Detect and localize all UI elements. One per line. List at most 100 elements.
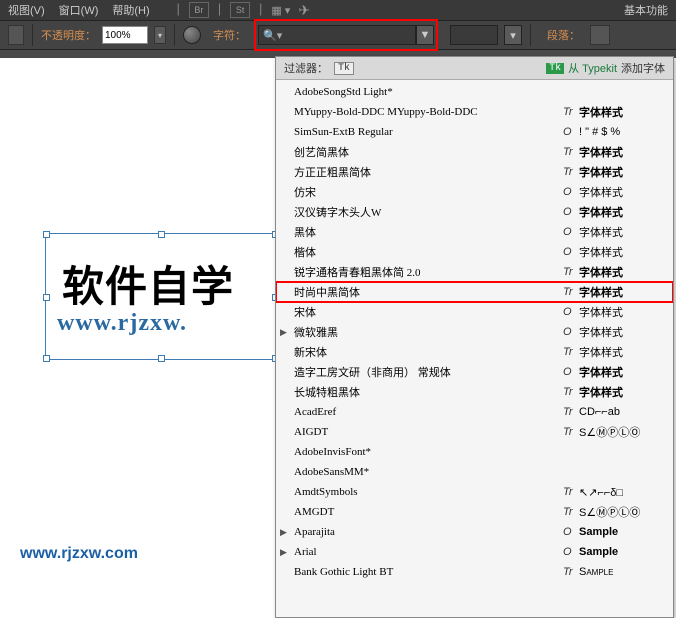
font-type-icon: Tr xyxy=(563,566,579,578)
font-sample: 字体样式 xyxy=(579,304,667,320)
font-name: 黑体 xyxy=(294,224,563,240)
font-list-item[interactable]: 创艺简黑体Tr字体样式 xyxy=(276,142,673,162)
font-list-item[interactable]: Bank Gothic Light BTTrSample xyxy=(276,562,673,582)
font-list-item[interactable]: AmdtSymbolsTr↖↗⌐⌐δ□ xyxy=(276,482,673,502)
font-type-icon: Tr xyxy=(563,346,579,358)
font-list-item[interactable]: MYuppy-Bold-DDC MYuppy-Bold-DDCTr字体样式 xyxy=(276,102,673,122)
canvas-text-url[interactable]: www.rjzxw. xyxy=(57,310,187,337)
font-filter-row: 过滤器： Tk Tk 从 Typekit 添加字体 xyxy=(276,57,673,80)
divider-icon: ⎮ xyxy=(176,5,181,16)
gpu-icon[interactable]: ✈ xyxy=(298,2,310,19)
font-list-item[interactable]: AcadErefTrCD⌐⌐ab xyxy=(276,402,673,422)
font-list-item[interactable]: 长城特粗黑体Tr字体样式 xyxy=(276,382,673,402)
font-list-item[interactable]: AdobeSansMM* xyxy=(276,462,673,482)
font-style-dropdown-icon[interactable]: ▾ xyxy=(504,25,522,45)
font-type-icon: O xyxy=(563,526,579,538)
canvas-text-headline[interactable]: 软件自学 xyxy=(62,253,234,314)
font-sample: 字体样式 xyxy=(579,284,667,300)
font-sample: ↖↗⌐⌐δ□ xyxy=(579,486,667,499)
font-name: AMGDT xyxy=(294,506,563,518)
font-sample: S∠ⓂⓅⓁⓄ xyxy=(579,424,667,440)
font-list-item[interactable]: ▶ArialOSample xyxy=(276,542,673,562)
font-name: 创艺简黑体 xyxy=(294,144,563,160)
font-sample: CD⌐⌐ab xyxy=(579,406,667,418)
font-name: Aparajita xyxy=(294,526,563,538)
typekit-from-label: 从 Typekit xyxy=(568,60,617,76)
font-type-icon: O xyxy=(563,186,579,198)
options-bar: 不透明度： 100% ▾ 字符： 🔍▾ ▼ ▾ 段落： xyxy=(0,20,676,49)
font-name: 楷体 xyxy=(294,244,563,260)
font-name: AdobeSongStd Light* xyxy=(294,86,563,98)
font-type-icon: O xyxy=(563,306,579,318)
tool-preset-dropdown[interactable] xyxy=(8,25,24,45)
font-list-item[interactable]: 楷体O字体样式 xyxy=(276,242,673,262)
font-list-item[interactable]: AIGDTTrS∠ⓂⓅⓁⓄ xyxy=(276,422,673,442)
font-name: MYuppy-Bold-DDC MYuppy-Bold-DDC xyxy=(294,106,563,118)
paragraph-panel-button[interactable] xyxy=(590,25,610,45)
font-list-item[interactable]: 方正正粗黑简体Tr字体样式 xyxy=(276,162,673,182)
font-sample: Sample xyxy=(579,526,667,538)
font-sample: Sample xyxy=(579,566,667,578)
typekit-add-link[interactable]: Tk 从 Typekit 添加字体 xyxy=(546,60,665,76)
font-list-item[interactable]: 黑体O字体样式 xyxy=(276,222,673,242)
watermark-text: www.rjzxw.com xyxy=(20,545,138,563)
menubar-icon-group: ⎮ Br ⎮ St ⎮ ▦ ▾ ✈ xyxy=(176,2,310,19)
font-name: 长城特粗黑体 xyxy=(294,384,563,400)
font-field-highlight: 🔍▾ ▼ xyxy=(254,19,438,51)
font-name: 仿宋 xyxy=(294,184,563,200)
menu-view[interactable]: 视图(V) xyxy=(8,2,45,18)
expand-arrow-icon: ▶ xyxy=(280,327,287,338)
font-list[interactable]: AdobeSongStd Light* MYuppy-Bold-DDC MYupp… xyxy=(276,80,673,584)
font-list-item[interactable]: SimSun-ExtB RegularO! " # $ % xyxy=(276,122,673,142)
font-list-item[interactable]: ▶AparajitaOSample xyxy=(276,522,673,542)
globe-icon[interactable] xyxy=(183,26,201,44)
divider-icon: ⎮ xyxy=(217,5,222,16)
font-sample: 字体样式 xyxy=(579,264,667,280)
font-name: Arial xyxy=(294,546,563,558)
font-name: 汉仪铸字木头人W xyxy=(294,204,563,220)
arrange-icon[interactable]: ▦ ▾ xyxy=(271,4,290,17)
font-list-item[interactable]: 锐字通格青春粗黑体简 2.0Tr字体样式 xyxy=(276,262,673,282)
font-style-input[interactable] xyxy=(450,25,498,45)
font-dropdown-icon[interactable]: ▼ xyxy=(416,25,434,45)
font-name: Bank Gothic Light BT xyxy=(294,566,563,578)
opacity-label: 不透明度： xyxy=(41,27,96,43)
font-list-item[interactable]: 仿宋O字体样式 xyxy=(276,182,673,202)
font-list-item[interactable]: 时尚中黑简体Tr字体样式 xyxy=(276,282,673,302)
font-sample: 字体样式 xyxy=(579,324,667,340)
stock-icon[interactable]: St xyxy=(230,2,250,18)
font-type-icon: O xyxy=(563,126,579,138)
font-type-icon: Tr xyxy=(563,386,579,398)
opacity-input[interactable]: 100% xyxy=(102,26,148,44)
menu-help[interactable]: 帮助(H) xyxy=(112,2,149,18)
font-list-item[interactable]: 宋体O字体样式 xyxy=(276,302,673,322)
font-type-icon: O xyxy=(563,226,579,238)
font-type-icon: Tr xyxy=(563,426,579,438)
font-name: 时尚中黑简体 xyxy=(294,284,563,300)
font-sample: 字体样式 xyxy=(579,364,667,380)
menu-window[interactable]: 窗口(W) xyxy=(59,2,99,18)
filter-label: 过滤器： xyxy=(284,60,328,76)
font-list-item[interactable]: 新宋体Tr字体样式 xyxy=(276,342,673,362)
font-search-input[interactable]: 🔍▾ xyxy=(258,25,416,45)
font-list-item[interactable]: 造字工房文研（非商用） 常规体O字体样式 xyxy=(276,362,673,382)
opacity-dropdown-icon[interactable]: ▾ xyxy=(154,26,166,44)
font-sample: 字体样式 xyxy=(579,144,667,160)
font-type-icon: Tr xyxy=(563,406,579,418)
font-type-icon: Tr xyxy=(563,286,579,298)
font-type-icon: O xyxy=(563,366,579,378)
workspace-label[interactable]: 基本功能 xyxy=(624,2,668,18)
font-list-item[interactable]: 汉仪铸字木头人WO字体样式 xyxy=(276,202,673,222)
bridge-icon[interactable]: Br xyxy=(189,2,209,18)
font-list-item[interactable]: AMGDTTrS∠ⓂⓅⓁⓄ xyxy=(276,502,673,522)
font-list-item[interactable]: AdobeSongStd Light* xyxy=(276,82,673,102)
font-list-item[interactable]: ▶微软雅黑O字体样式 xyxy=(276,322,673,342)
font-type-icon: Tr xyxy=(563,486,579,498)
typekit-filter-button[interactable]: Tk xyxy=(334,62,354,75)
font-sample: 字体样式 xyxy=(579,184,667,200)
font-sample: ! " # $ % xyxy=(579,126,667,138)
font-name: 锐字通格青春粗黑体简 2.0 xyxy=(294,264,563,280)
font-list-item[interactable]: AdobeInvisFont* xyxy=(276,442,673,462)
font-name: 宋体 xyxy=(294,304,563,320)
typekit-badge-icon: Tk xyxy=(546,63,564,74)
